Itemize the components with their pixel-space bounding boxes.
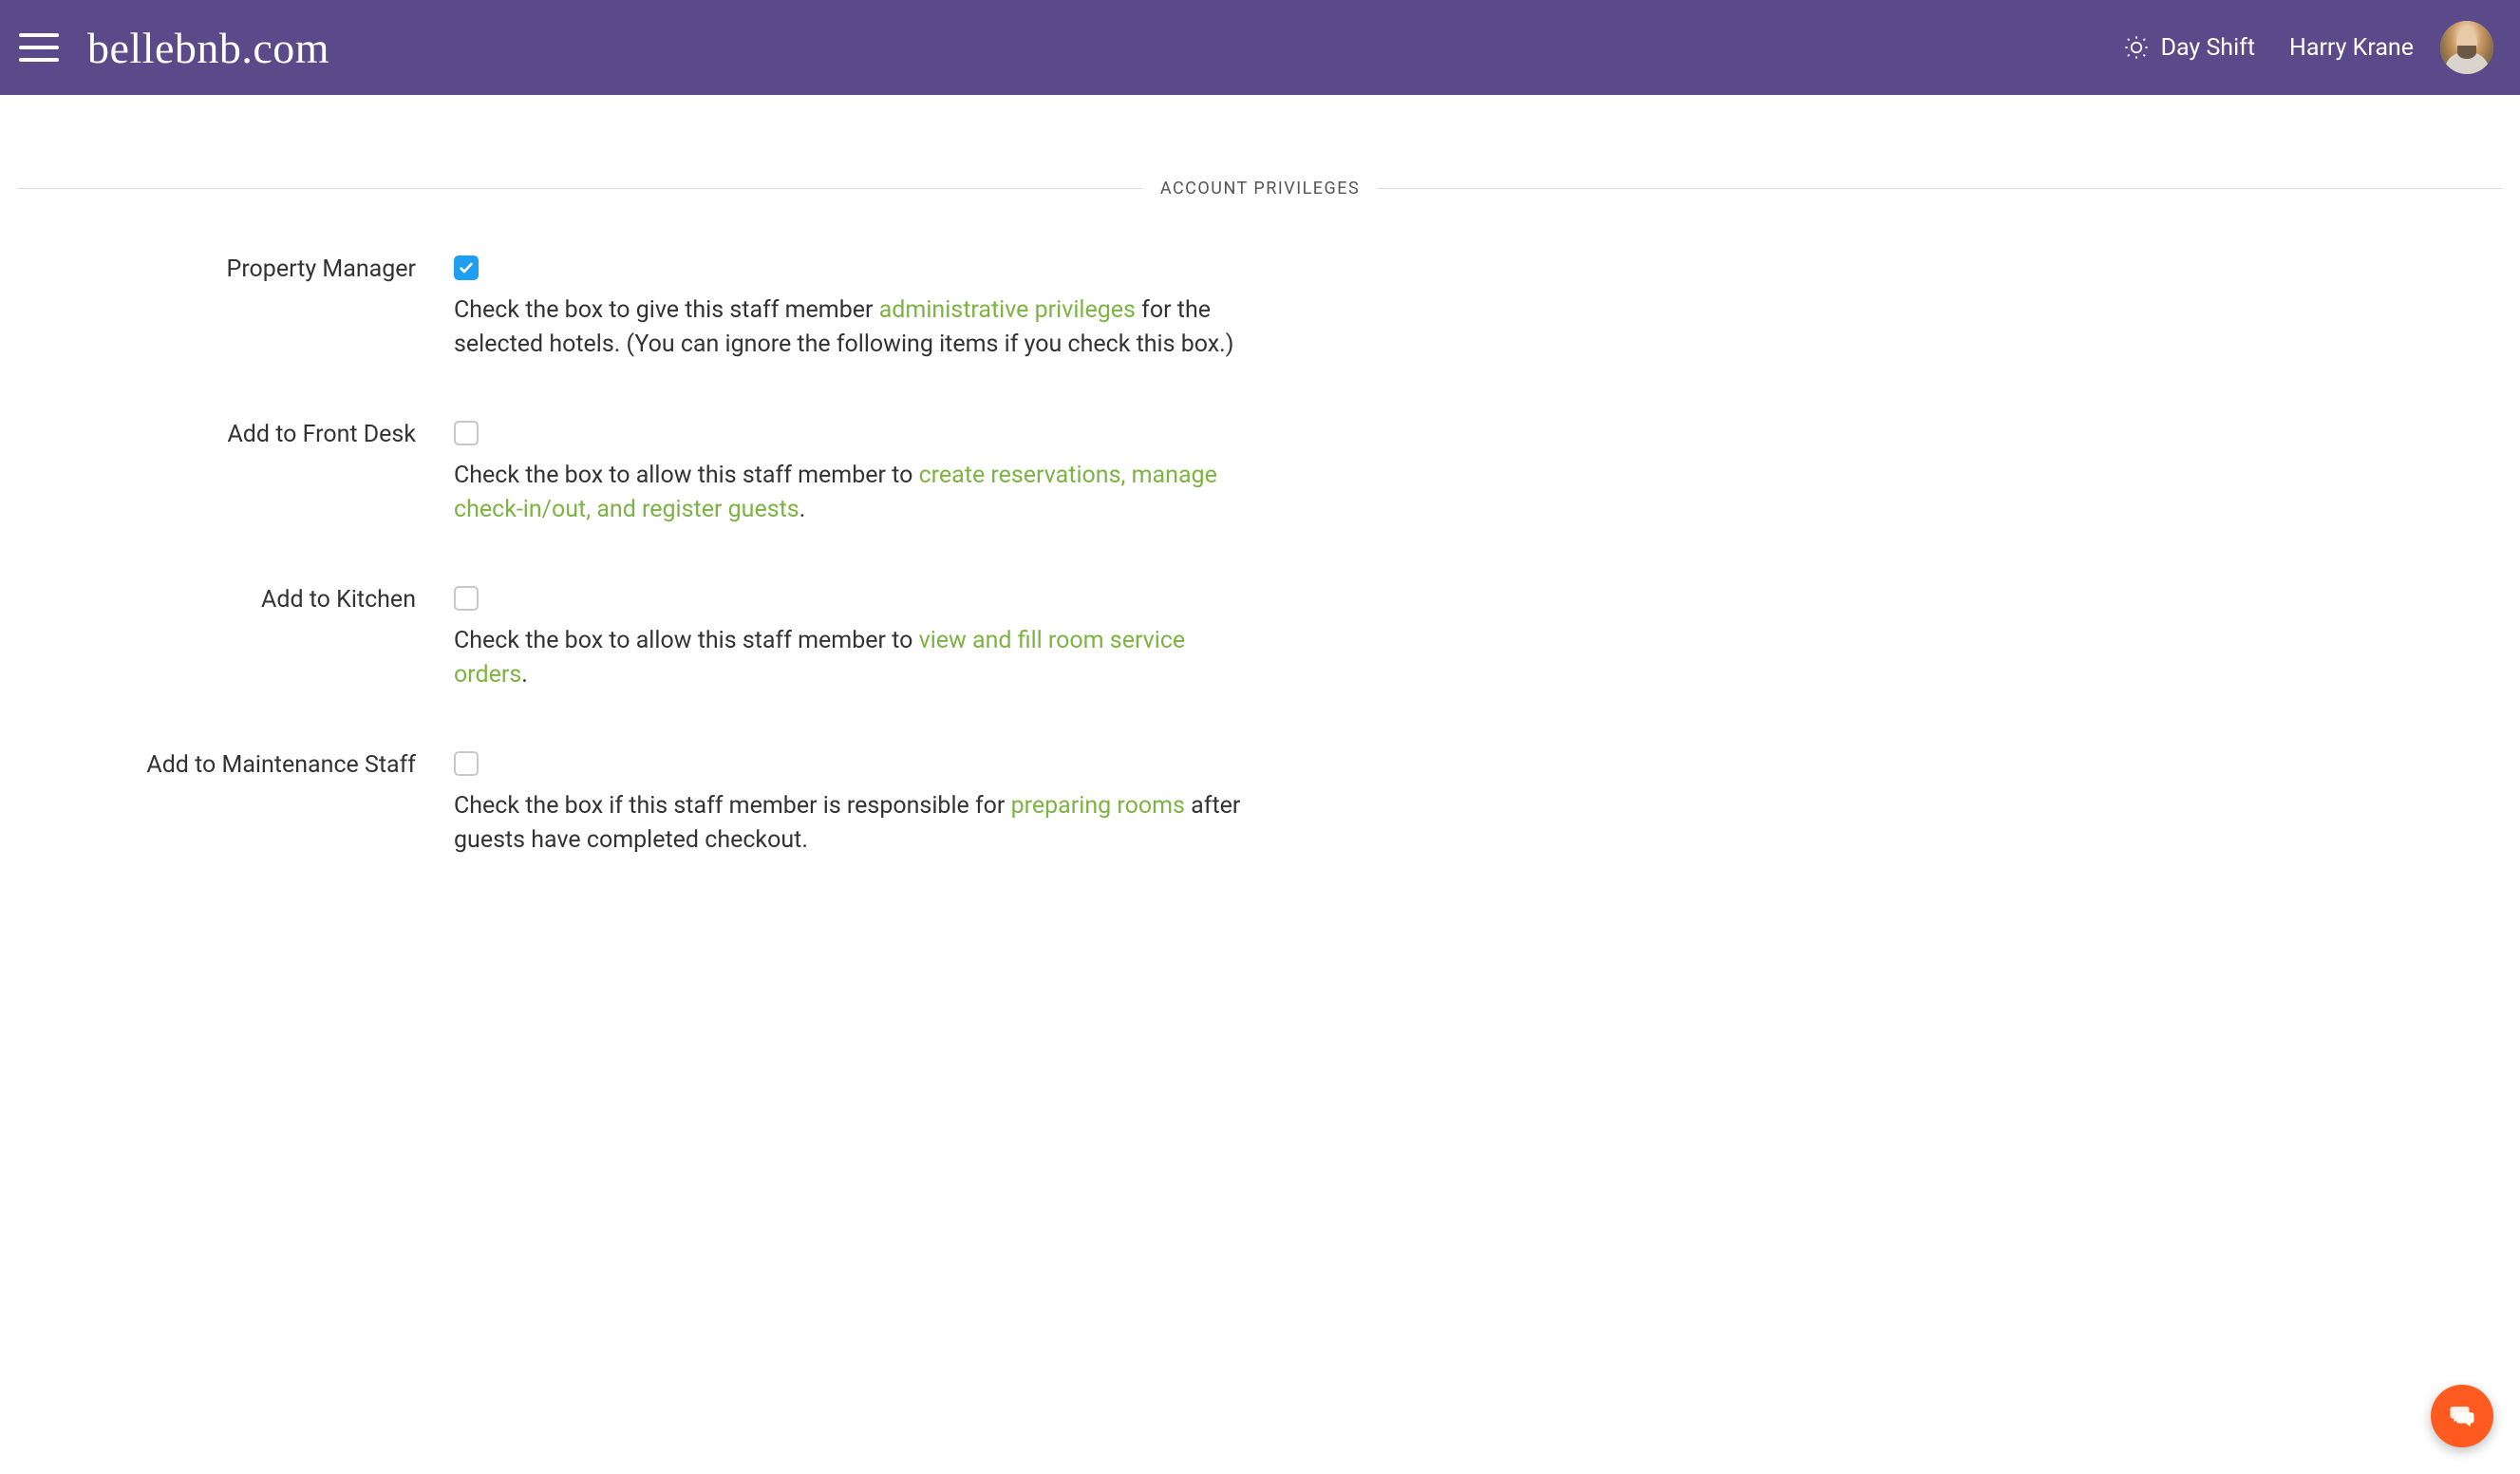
sun-icon (2123, 34, 2150, 61)
privilege-label: Add to Front Desk (17, 421, 454, 449)
admin-privileges-link[interactable]: administrative privileges (879, 296, 1136, 324)
privilege-row-front-desk: Add to Front Desk Check the box to allow… (17, 421, 2503, 527)
privilege-row-kitchen: Add to Kitchen Check the box to allow th… (17, 586, 2503, 692)
hamburger-menu-icon[interactable] (19, 33, 59, 62)
current-user-name[interactable]: Harry Krane (2289, 34, 2414, 62)
privilege-label: Add to Kitchen (17, 586, 454, 614)
privilege-description: Check the box to allow this staff member… (454, 459, 1242, 527)
privilege-row-property-manager: Property Manager Check the box to give t… (17, 255, 2503, 362)
chat-icon (2448, 1402, 2476, 1430)
privilege-description: Check the box to give this staff member … (454, 293, 1242, 362)
main-content: ACCOUNT PRIVILEGES Property Manager Chec… (0, 179, 2520, 858)
maintenance-checkbox[interactable] (454, 751, 479, 776)
app-header: bellebnb.com Day Shift Harry Krane (0, 0, 2520, 95)
privilege-description: Check the box to allow this staff member… (454, 624, 1242, 692)
privilege-description: Check the box if this staff member is re… (454, 789, 1242, 858)
kitchen-checkbox[interactable] (454, 586, 479, 611)
avatar[interactable] (2440, 21, 2493, 74)
chat-button[interactable] (2431, 1385, 2493, 1447)
site-logo[interactable]: bellebnb.com (87, 23, 329, 73)
maintenance-link[interactable]: preparing rooms (1011, 792, 1185, 820)
privilege-row-maintenance: Add to Maintenance Staff Check the box i… (17, 751, 2503, 858)
section-title: ACCOUNT PRIVILEGES (1143, 179, 1377, 198)
shift-label[interactable]: Day Shift (2161, 34, 2255, 62)
front-desk-checkbox[interactable] (454, 421, 479, 445)
section-divider: ACCOUNT PRIVILEGES (17, 179, 2503, 198)
privilege-label: Property Manager (17, 255, 454, 284)
privilege-label: Add to Maintenance Staff (17, 751, 454, 780)
property-manager-checkbox[interactable] (454, 255, 479, 280)
